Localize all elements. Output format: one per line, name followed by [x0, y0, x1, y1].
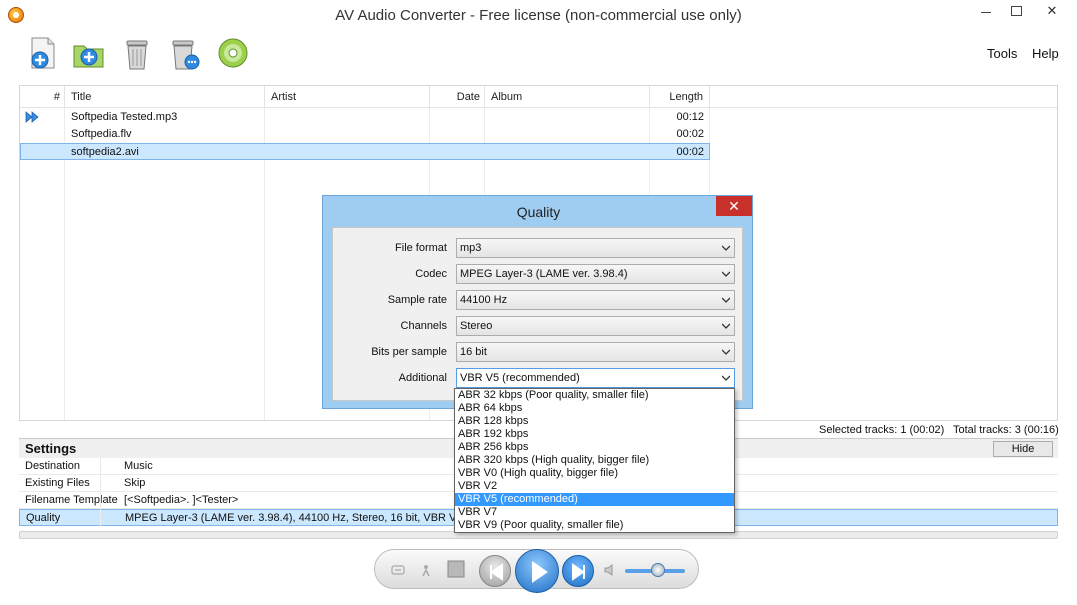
- select-value: 44100 Hz: [460, 294, 508, 306]
- quality-dialog: Quality ✕ File format mp3 Codec MPEG Lay…: [322, 195, 753, 409]
- previous-button[interactable]: [479, 555, 511, 587]
- add-file-button[interactable]: [26, 36, 60, 72]
- chevron-down-icon: [722, 349, 730, 355]
- dialog-body: File format mp3 Codec MPEG Layer-3 (LAME…: [332, 227, 743, 401]
- trash-clear-icon: [172, 40, 200, 70]
- track-length: 00:02: [676, 128, 704, 140]
- menu-help[interactable]: Help: [1032, 46, 1059, 61]
- setting-value: Music: [124, 460, 153, 472]
- setting-value: [<Softpedia>. ]<Tester>: [124, 494, 239, 506]
- additional-dropdown-list[interactable]: ABR 32 kbps (Poor quality, smaller file)…: [454, 388, 735, 533]
- column-header-length[interactable]: Length: [650, 86, 710, 108]
- stop-icon[interactable]: [447, 560, 465, 578]
- bits-per-sample-select[interactable]: 16 bit: [456, 342, 735, 362]
- channels-select[interactable]: Stereo: [456, 316, 735, 336]
- dropdown-option[interactable]: ABR 64 kbps: [455, 402, 734, 415]
- setting-value: Skip: [124, 477, 146, 489]
- dropdown-option[interactable]: VBR V7: [455, 506, 734, 519]
- setting-key: Filename Template: [25, 494, 118, 506]
- add-file-icon: [31, 37, 55, 69]
- field-label-file-format: File format: [395, 242, 447, 254]
- trash-icon: [126, 40, 148, 70]
- remove-all-button[interactable]: [168, 36, 202, 72]
- play-button[interactable]: [515, 549, 559, 593]
- field-label-sample-rate: Sample rate: [387, 294, 447, 306]
- field-label-codec: Codec: [415, 268, 447, 280]
- file-format-select[interactable]: mp3: [456, 238, 735, 258]
- disc-icon: [218, 38, 248, 68]
- chevron-down-icon: [722, 245, 730, 251]
- codec-select[interactable]: MPEG Layer-3 (LAME ver. 3.98.4): [456, 264, 735, 284]
- window-title: AV Audio Converter - Free license (non-c…: [335, 7, 742, 24]
- total-tracks-status: Total tracks: 3 (00:16): [953, 424, 1059, 436]
- minimize-button[interactable]: [972, 0, 1000, 22]
- dialog-close-button[interactable]: ✕: [716, 196, 752, 216]
- title-bar: AV Audio Converter - Free license (non-c…: [0, 0, 1077, 30]
- column-header-album[interactable]: Album: [485, 86, 650, 108]
- hide-settings-button[interactable]: Hide: [993, 441, 1053, 457]
- chevron-down-icon: [722, 271, 730, 277]
- select-value: 16 bit: [460, 346, 487, 358]
- toolbar: Tools Help: [0, 30, 1077, 80]
- next-icon: [572, 563, 585, 581]
- dropdown-option[interactable]: ABR 192 kbps: [455, 428, 734, 441]
- field-label-channels: Channels: [400, 320, 447, 332]
- select-value: mp3: [460, 242, 482, 254]
- column-header-artist[interactable]: Artist: [265, 86, 430, 108]
- field-label-bits-per-sample: Bits per sample: [371, 346, 447, 358]
- column-header-title[interactable]: Title: [65, 86, 265, 108]
- setting-value: MPEG Layer-3 (LAME ver. 3.98.4), 44100 H…: [125, 512, 463, 524]
- dropdown-option[interactable]: VBR V0 (High quality, bigger file): [455, 467, 734, 480]
- field-label-additional: Additional: [398, 372, 447, 384]
- dialog-title: Quality: [516, 204, 561, 220]
- info-icon[interactable]: [419, 563, 433, 577]
- settings-divider: [100, 458, 101, 526]
- convert-button[interactable]: [216, 36, 250, 72]
- dropdown-option-selected[interactable]: VBR V5 (recommended): [455, 493, 734, 506]
- volume-icon[interactable]: [603, 563, 617, 577]
- sample-rate-select[interactable]: 44100 Hz: [456, 290, 735, 310]
- additional-select[interactable]: VBR V5 (recommended): [456, 368, 735, 388]
- maximize-button[interactable]: [1002, 0, 1030, 22]
- dropdown-option[interactable]: ABR 128 kbps: [455, 415, 734, 428]
- track-title: Softpedia.flv: [71, 128, 132, 140]
- chevron-down-icon: [722, 323, 730, 329]
- track-title: Softpedia Tested.mp3: [71, 111, 178, 123]
- select-value: MPEG Layer-3 (LAME ver. 3.98.4): [460, 268, 628, 280]
- setting-key: Destination: [25, 460, 81, 472]
- next-button[interactable]: [562, 555, 594, 587]
- player-bar: [374, 549, 699, 593]
- dropdown-option[interactable]: ABR 256 kbps: [455, 441, 734, 454]
- column-header-filler: [710, 86, 1057, 108]
- remove-button[interactable]: [120, 36, 154, 72]
- settings-title: Settings: [25, 441, 77, 456]
- previous-icon: [490, 563, 503, 581]
- dropdown-option[interactable]: ABR 32 kbps (Poor quality, smaller file): [455, 389, 734, 402]
- add-folder-button[interactable]: [72, 36, 106, 72]
- add-folder-icon: [73, 45, 104, 68]
- close-button[interactable]: ✕: [1032, 0, 1072, 22]
- dropdown-option[interactable]: VBR V2: [455, 480, 734, 493]
- track-length: 00:02: [676, 146, 704, 158]
- select-value: Stereo: [460, 320, 493, 332]
- volume-slider-thumb[interactable]: [651, 563, 665, 577]
- table-row[interactable]: Softpedia Tested.mp3 00:12: [20, 109, 710, 126]
- track-length: 00:12: [676, 111, 704, 123]
- selected-tracks-status: Selected tracks: 1 (00:02): [819, 424, 945, 436]
- column-header-date[interactable]: Date: [430, 86, 485, 108]
- table-row-selected[interactable]: softpedia2.avi 00:02: [20, 143, 710, 160]
- chevron-down-icon: [722, 297, 730, 303]
- track-title: softpedia2.avi: [71, 146, 139, 158]
- column-header-num[interactable]: #: [20, 86, 65, 108]
- chevron-down-icon: [722, 375, 730, 381]
- playlist-icon[interactable]: [391, 563, 405, 577]
- menu-tools[interactable]: Tools: [987, 46, 1017, 61]
- dropdown-option[interactable]: ABR 320 kbps (High quality, bigger file): [455, 454, 734, 467]
- select-value: VBR V5 (recommended): [460, 372, 580, 384]
- play-icon: [532, 561, 548, 583]
- setting-key: Existing Files: [25, 477, 90, 489]
- dropdown-option[interactable]: VBR V9 (Poor quality, smaller file): [455, 519, 734, 532]
- setting-key: Quality: [26, 512, 61, 524]
- table-row[interactable]: Softpedia.flv 00:02: [20, 126, 710, 143]
